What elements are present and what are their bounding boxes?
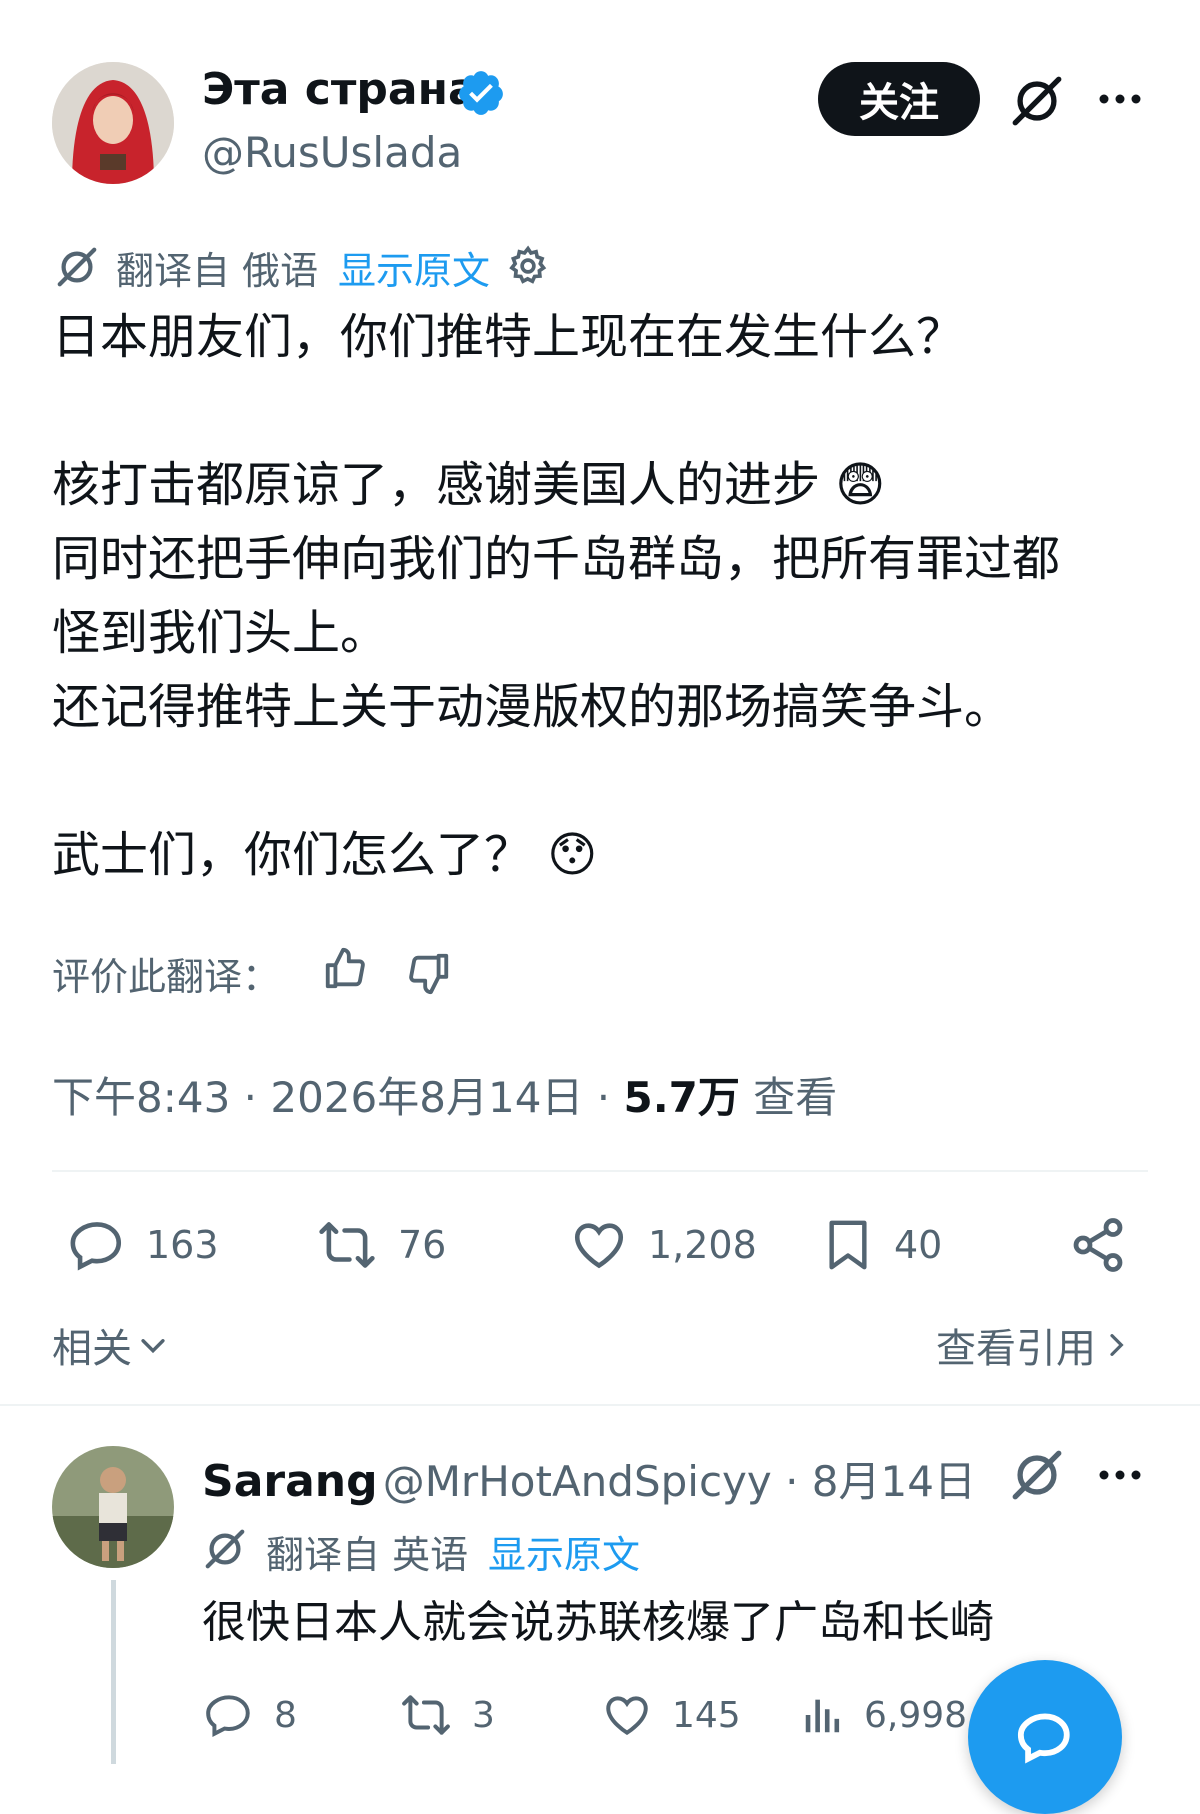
author-handle[interactable]: @RusUslada (202, 128, 462, 177)
views-label: 查看 (739, 1073, 838, 1122)
reply-count: 163 (146, 1223, 219, 1267)
grok-icon (54, 244, 100, 290)
retweet-icon (314, 1216, 380, 1274)
bookmark-stat[interactable]: 40 (820, 1214, 942, 1276)
gear-icon[interactable] (506, 244, 550, 288)
reply-retweet-stat[interactable]: 3 (398, 1690, 495, 1740)
more-options-icon[interactable] (1096, 84, 1144, 114)
reply-show-original-link[interactable]: 显示原文 (488, 1524, 640, 1579)
share-icon[interactable] (1068, 1214, 1128, 1276)
reply-views-count: 6,998 (864, 1694, 968, 1736)
chevron-right-icon (1100, 1328, 1132, 1362)
reply-icon (66, 1216, 128, 1274)
grok-icon (202, 1526, 248, 1572)
divider (0, 1404, 1200, 1406)
reply-icon (202, 1690, 256, 1740)
author-avatar[interactable] (52, 62, 174, 184)
view-quotes-label: 查看引用 (936, 1326, 1096, 1372)
reply-reply-stat[interactable]: 8 (202, 1690, 297, 1740)
chevron-down-icon (136, 1328, 170, 1362)
reply-thread-line (111, 1580, 116, 1764)
reply-stat[interactable]: 163 (66, 1216, 219, 1274)
verified-badge-icon (456, 68, 506, 118)
author-name[interactable]: Эта страна (202, 64, 478, 115)
show-original-link[interactable]: 显示原文 (338, 240, 490, 295)
retweet-count: 76 (398, 1223, 447, 1267)
view-quotes-link[interactable]: 查看引用 (936, 1316, 1132, 1374)
divider (52, 1170, 1148, 1172)
timestamp[interactable]: 下午8:43 · 2026年8月14日 · (52, 1073, 623, 1122)
like-stat[interactable]: 1,208 (568, 1216, 757, 1274)
more-options-icon[interactable] (1096, 1460, 1144, 1490)
reply-reply-count: 8 (274, 1694, 297, 1736)
analytics-icon (800, 1690, 846, 1740)
heart-icon (568, 1216, 630, 1274)
bookmark-icon (820, 1214, 876, 1276)
timestamp-line: 下午8:43 · 2026年8月14日 · 5.7万 查看 (52, 1064, 837, 1125)
follow-button[interactable]: 关注 (818, 62, 980, 136)
reply-retweet-count: 3 (472, 1694, 495, 1736)
reply-like-stat[interactable]: 145 (600, 1690, 741, 1740)
grok-icon[interactable] (1008, 1446, 1066, 1504)
reply-header: Sarang @MrHotAndSpicyy · 8月14日 (202, 1448, 976, 1509)
reply-author-handle[interactable]: @MrHotAndSpicyy (383, 1457, 772, 1506)
reply-views-stat[interactable]: 6,998 (800, 1690, 967, 1740)
views-count: 5.7万 (623, 1073, 740, 1122)
grok-icon[interactable] (1008, 72, 1066, 130)
rate-translation-label: 评价此翻译： (52, 955, 281, 999)
retweet-stat[interactable]: 76 (314, 1216, 446, 1274)
heart-icon (600, 1690, 654, 1740)
bookmark-count: 40 (894, 1223, 943, 1267)
tweet-body: 日本朋友们，你们推特上现在在发生什么？ 核打击都原谅了，感谢美国人的进步 😨 同… (52, 309, 1061, 883)
reply-like-count: 145 (672, 1694, 741, 1736)
related-dropdown[interactable]: 相关 (52, 1316, 170, 1374)
reply-date[interactable]: · 8月14日 (772, 1457, 976, 1506)
reply-translated-from: 翻译自 英语 (266, 1533, 469, 1577)
retweet-icon (398, 1690, 454, 1740)
reply-author-name[interactable]: Sarang (202, 1456, 378, 1507)
related-label: 相关 (52, 1326, 132, 1372)
reply-body: 很快日本人就会说苏联核爆了广岛和长崎 (202, 1597, 994, 1648)
reply-icon (1014, 1708, 1076, 1766)
like-count: 1,208 (648, 1223, 757, 1267)
compose-reply-button[interactable] (968, 1660, 1122, 1814)
thumbs-down-icon[interactable] (406, 950, 452, 996)
reply-author-avatar[interactable] (52, 1446, 174, 1568)
translated-from-label: 翻译自 俄语 (116, 249, 319, 293)
thumbs-up-icon[interactable] (322, 946, 368, 992)
